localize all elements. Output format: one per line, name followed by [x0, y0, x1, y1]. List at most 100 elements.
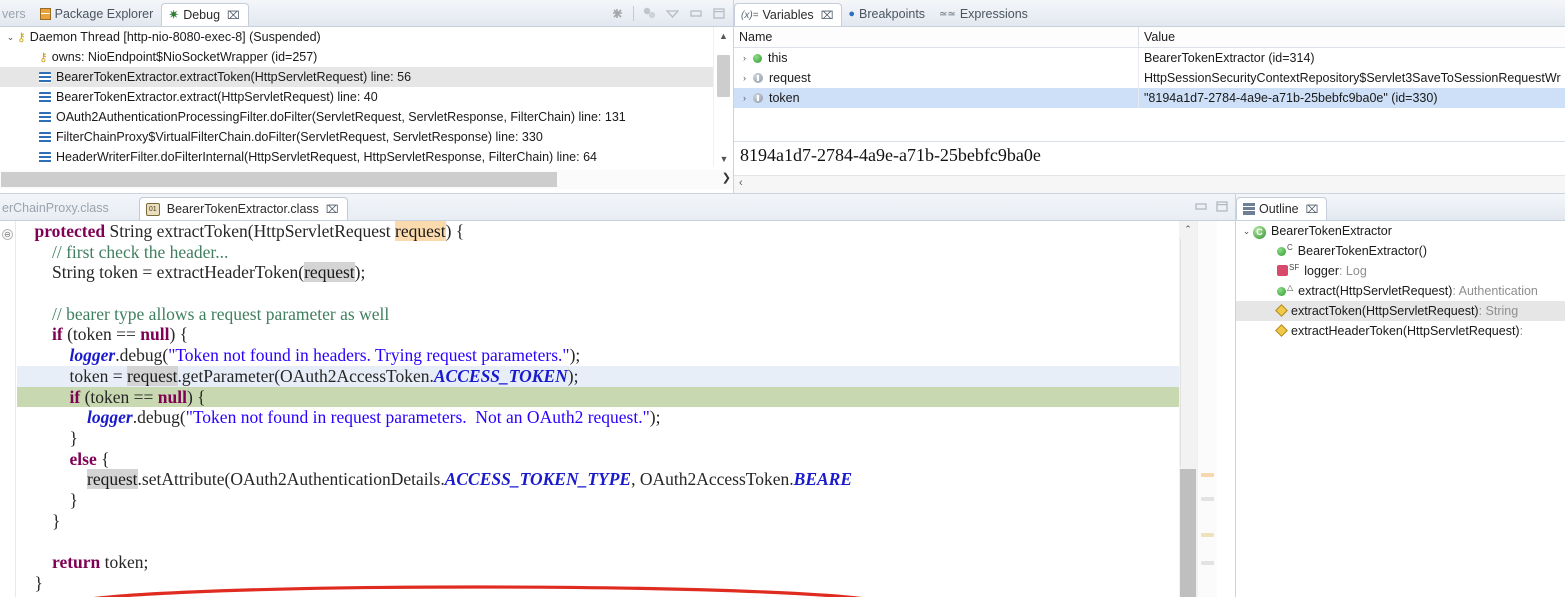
debug-vertical-scrollbar[interactable]: ▲ ▼: [713, 27, 734, 167]
editor-overview-ruler[interactable]: [1197, 221, 1217, 597]
variable-row[interactable]: › this BearerTokenExtractor (id=314): [734, 48, 1565, 68]
scroll-down-arrow-icon[interactable]: ▼: [714, 150, 734, 167]
stack-frame-row[interactable]: BearerTokenExtractor.extractToken(HttpSe…: [0, 67, 713, 87]
code-line[interactable]: protected String extractToken(HttpServle…: [17, 221, 1197, 242]
protected-method-icon: [1275, 304, 1288, 318]
scrollbar-thumb[interactable]: [717, 55, 730, 97]
scroll-left-arrow-icon[interactable]: ‹: [739, 177, 743, 189]
code-line[interactable]: if (token == null) {: [17, 386, 1197, 408]
code-line[interactable]: logger.debug("Token not found in headers…: [17, 345, 1197, 366]
stack-frame-row[interactable]: FilterChainProxy$VirtualFilterChain.doFi…: [0, 127, 713, 147]
close-icon[interactable]: ⌧: [1306, 203, 1319, 216]
code-line[interactable]: String token = extractHeaderToken(reques…: [17, 262, 1197, 283]
tab-breakpoints[interactable]: ● Breakpoints: [842, 2, 933, 26]
stack-frame-row[interactable]: OAuth2AuthenticationProcessingFilter.doF…: [0, 107, 713, 127]
scrollbar-track[interactable]: [1180, 239, 1196, 467]
outline-tree[interactable]: ⌄ C BearerTokenExtractor C BearerTokenExtrac…: [1236, 221, 1565, 597]
editor-gutter[interactable]: ⊖: [0, 221, 16, 597]
scroll-up-arrow-icon[interactable]: ⌃: [1179, 221, 1197, 237]
outline-item-label: extractHeaderToken(HttpServletRequest): [1291, 324, 1520, 338]
editor-tab-filterchainproxy[interactable]: erChainProxy.class: [0, 196, 117, 220]
overview-marker[interactable]: [1201, 473, 1214, 477]
variables-table[interactable]: Name Value › this BearerTokenExtractor (id…: [734, 27, 1565, 140]
column-header-value[interactable]: Value: [1139, 30, 1565, 44]
outline-item[interactable]: ⌄ C BearerTokenExtractor: [1236, 221, 1565, 241]
fold-collapse-icon[interactable]: ⊖: [2, 229, 13, 240]
tab-outline-label: Outline: [1259, 202, 1299, 216]
close-icon[interactable]: ⌧: [326, 203, 339, 216]
code-line[interactable]: else {: [17, 449, 1197, 470]
expand-twisty-icon[interactable]: ⌄: [4, 32, 17, 43]
code-line[interactable]: [17, 531, 1197, 552]
stack-frame-row[interactable]: HeaderWriterFilter.doFilterInternal(Http…: [0, 147, 713, 167]
outline-item[interactable]: C BearerTokenExtractor(): [1236, 241, 1565, 261]
code-editor-area: erChainProxy.class 01 BearerTokenExtract…: [0, 193, 1235, 597]
code-line[interactable]: }: [17, 490, 1197, 511]
overview-marker[interactable]: [1201, 497, 1214, 501]
tab-debug[interactable]: ✷ Debug ⌧: [161, 3, 249, 26]
variables-detail-scrollbar[interactable]: ‹: [734, 175, 1565, 193]
debug-horizontal-scrollbar[interactable]: ❯: [0, 170, 733, 189]
maximize-icon[interactable]: [1213, 198, 1231, 215]
expand-twisty-icon[interactable]: ⌄: [1240, 226, 1253, 237]
code-token: token;: [100, 552, 149, 572]
outline-item[interactable]: △ extract(HttpServletRequest) : Authentic…: [1236, 281, 1565, 301]
code-line[interactable]: [17, 283, 1197, 304]
code-line[interactable]: }: [17, 573, 1197, 594]
outline-item[interactable]: extractToken(HttpServletRequest) : Strin…: [1236, 301, 1565, 321]
code-line[interactable]: logger.debug("Token not found in request…: [17, 407, 1197, 428]
source-code[interactable]: protected String extractToken(HttpServle…: [17, 221, 1197, 597]
outline-item[interactable]: extractHeaderToken(HttpServletRequest) :: [1236, 321, 1565, 341]
expand-twisty-icon[interactable]: ›: [738, 73, 751, 83]
variable-row[interactable]: › token "8194a1d7-2784-4a9e-a71b-25bebfc9b…: [734, 88, 1565, 108]
outline-item-return-type: : String: [1478, 304, 1519, 318]
remove-all-terminated-icon[interactable]: [639, 3, 660, 23]
code-line[interactable]: // bearer type allows a request paramete…: [17, 304, 1197, 325]
tab-package-explorer[interactable]: Package Explorer: [34, 2, 162, 26]
code-token: null: [140, 324, 170, 345]
debug-stack-list[interactable]: ⌄ ⚷ Daemon Thread [http-nio-8080-exec-8] (…: [0, 27, 713, 167]
code-token: token =: [17, 365, 127, 386]
green-dot-icon: [753, 53, 762, 63]
tab-variables[interactable]: (x)= Variables ⌧: [734, 3, 843, 26]
maximize-icon[interactable]: [708, 3, 729, 23]
variable-value-cell: "8194a1d7-2784-4a9e-a71b-25bebfc9ba0e" (…: [1144, 91, 1438, 105]
disconnect-icon[interactable]: [607, 3, 628, 23]
stack-frame-row[interactable]: ⚷ owns: NioEndpoint$NioSocketWrapper (id=…: [0, 47, 713, 67]
stack-frame-row[interactable]: ⌄ ⚷ Daemon Thread [http-nio-8080-exec-8] (…: [0, 27, 713, 47]
code-token: request: [304, 262, 355, 283]
code-line[interactable]: token = request.getParameter(OAuth2Acces…: [17, 365, 1197, 387]
editor-tab-bearertokenextractor[interactable]: 01 BearerTokenExtractor.class ⌧: [138, 197, 348, 220]
outline-icon: [1243, 203, 1255, 215]
view-menu-chevron-icon[interactable]: [662, 3, 683, 23]
outline-item[interactable]: SF logger : Log: [1236, 261, 1565, 281]
expand-twisty-icon[interactable]: ›: [738, 53, 751, 63]
close-icon[interactable]: ⌧: [227, 9, 240, 22]
code-line[interactable]: if (token == null) {: [17, 324, 1197, 345]
expand-twisty-icon[interactable]: ›: [738, 93, 751, 103]
scroll-right-arrow-icon[interactable]: ❯: [722, 171, 731, 184]
minimize-icon[interactable]: [1192, 198, 1210, 215]
editor-vertical-scrollbar[interactable]: ⌃: [1179, 221, 1197, 597]
overview-marker[interactable]: [1201, 533, 1214, 537]
minimize-icon[interactable]: [685, 3, 706, 23]
code-line[interactable]: }: [17, 428, 1197, 449]
column-header-name[interactable]: Name: [734, 27, 1139, 48]
scrollbar-thumb[interactable]: [1180, 469, 1196, 597]
tab-outline[interactable]: Outline ⌧: [1236, 197, 1328, 220]
code-line[interactable]: // first check the header...: [17, 242, 1197, 263]
stack-frame-row[interactable]: BearerTokenExtractor.extract(HttpServlet…: [0, 87, 713, 107]
code-line[interactable]: }: [17, 511, 1197, 532]
scrollbar-thumb[interactable]: [1, 172, 557, 187]
variable-detail-pane[interactable]: 8194a1d7-2784-4a9e-a71b-25bebfc9ba0e: [734, 141, 1565, 175]
overview-marker[interactable]: [1201, 561, 1214, 565]
code-line[interactable]: request.setAttribute(OAuth2Authenticatio…: [17, 469, 1197, 490]
editor-body[interactable]: ⊖ protected String extractToken(HttpServ…: [0, 221, 1235, 597]
tab-servers[interactable]: vers: [0, 2, 34, 26]
tab-expressions[interactable]: ≃≃ Expressions: [933, 2, 1036, 26]
close-icon[interactable]: ⌧: [821, 9, 834, 22]
code-line[interactable]: return token;: [17, 552, 1197, 573]
variable-row[interactable]: › request HttpSessionSecurityContextReposi…: [734, 68, 1565, 88]
scroll-up-arrow-icon[interactable]: ▲: [714, 27, 733, 44]
